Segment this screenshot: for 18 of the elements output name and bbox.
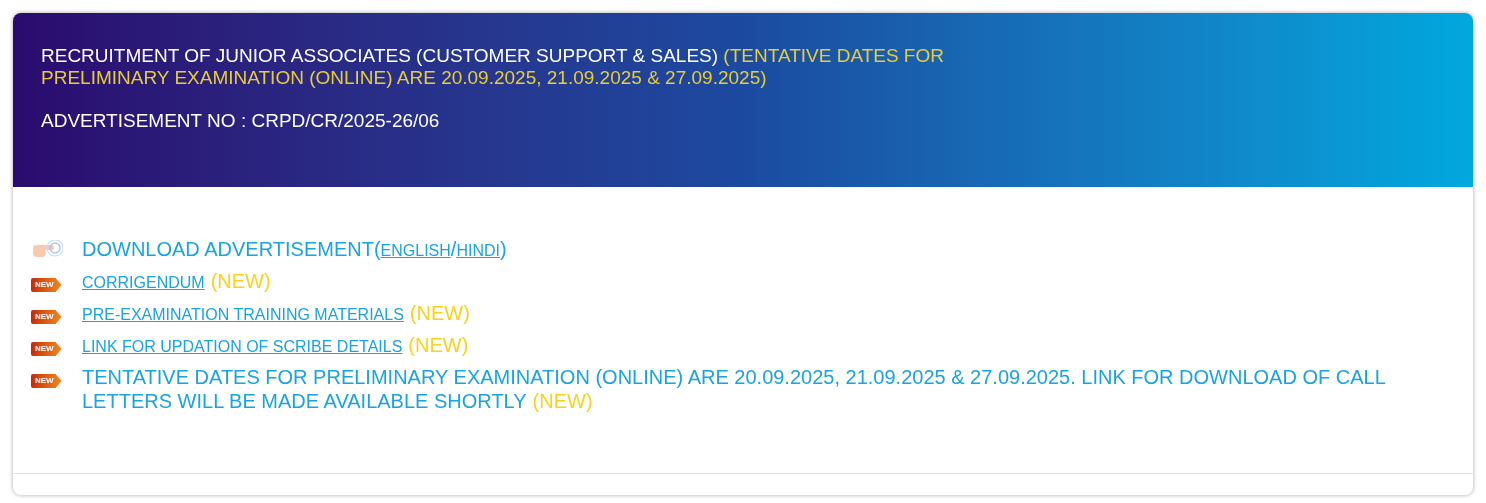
new-badge: NEW [31,310,62,324]
item-text: / [450,238,457,260]
new-label: (NEW) [409,302,470,324]
new-label: (NEW) [408,334,469,356]
recruitment-title: RECRUITMENT OF JUNIOR ASSOCIATES (CUSTOMER SUPPORT & SALES) (TENTATIVE DATES FOR PRELIMINARY EXAMINATION (ONLINE) ARE 20.09.2025, 21.09.2025 & 27.09.2025) [41,45,945,89]
new-badge: NEW [31,374,62,388]
link[interactable]: CORRIGENDUM [82,274,205,291]
link[interactable]: HINDI [456,242,500,259]
item-text: DOWNLOAD ADVERTISEMENT( [82,238,381,260]
link[interactable]: PRE-EXAMINATION TRAINING MATERIALS [82,306,404,323]
new-badge: NEW [31,342,62,356]
new-badge: NEW [31,278,62,292]
advertisement-number: ADVERTISEMENT NO : CRPD/CR/2025-26/06 [41,109,441,133]
announcement-text: TENTATIVE DATES FOR PRELIMINARY EXAMINATION (ONLINE) ARE 20.09.2025, 21.09.2025 & 27.09.2025. LINK FOR DOWNLOAD OF CALL LETTERS WILL BE MADE AVAILABLE SHORTLY (NEW) [82,366,1387,414]
new-label: (NEW) [210,270,271,292]
item-text: ) [499,238,507,260]
link[interactable]: ENGLISH [380,242,451,259]
link[interactable]: LINK FOR UPDATION OF SCRIBE DETAILS [82,338,403,355]
